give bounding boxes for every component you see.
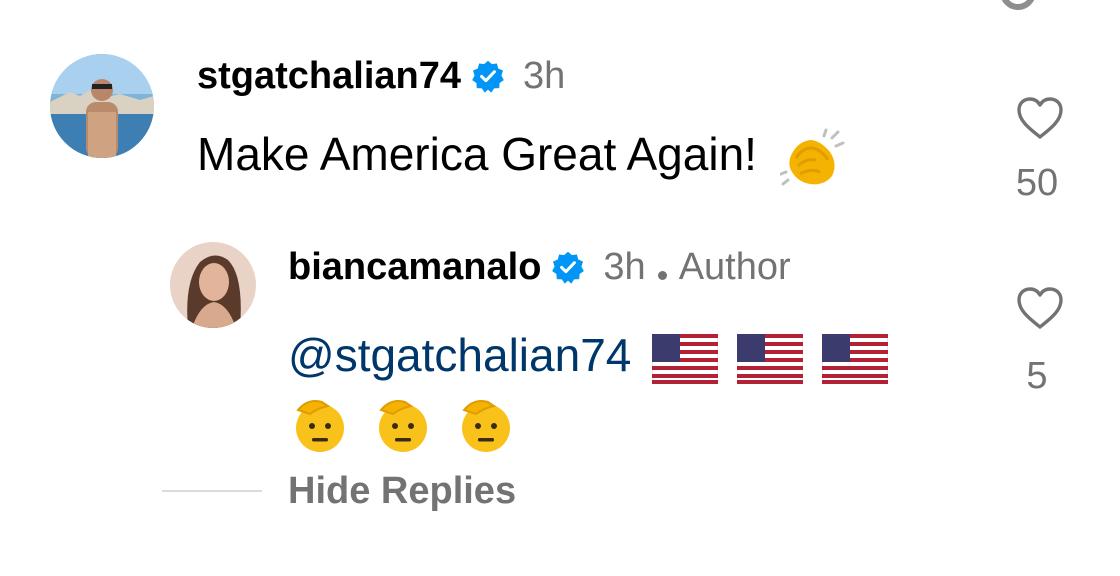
reply-like-count: 5 <box>1026 355 1048 397</box>
clapping-hands-emoji <box>779 128 848 188</box>
reply-body-line-2 <box>288 392 518 456</box>
saluting-face-emoji <box>371 392 435 456</box>
partial-heart-icon <box>1000 0 1036 10</box>
comment-time: 3h <box>523 55 566 97</box>
verified-badge-icon <box>471 59 505 93</box>
reply-body-line-1: @stgatchalian74 <box>288 328 888 384</box>
heart-outline-icon <box>1017 287 1063 329</box>
comment-body: Make America Great Again! <box>197 127 848 188</box>
comment-thread: stgatchalian74 3h Make America Great Aga… <box>0 0 1120 576</box>
separator-dot <box>657 270 667 280</box>
comment-like-count: 50 <box>1015 162 1059 204</box>
avatar-biancamanalo[interactable] <box>170 242 256 328</box>
author-label: Author <box>678 246 791 288</box>
verified-badge-icon <box>551 250 585 284</box>
like-button-comment[interactable] <box>1016 96 1064 140</box>
reply-time: 3h <box>603 246 646 288</box>
us-flag-emoji <box>821 333 888 384</box>
comment-text: Make America Great Again! <box>197 128 757 180</box>
saluting-face-emoji <box>454 392 518 456</box>
saluting-face-emoji <box>288 392 352 456</box>
reply-meta: biancamanalo 3h Author <box>288 248 791 286</box>
reply-mention-link[interactable]: @stgatchalian74 <box>288 329 631 381</box>
comment-username[interactable]: stgatchalian74 <box>197 57 461 95</box>
like-button-reply[interactable] <box>1016 286 1064 330</box>
comment-meta: stgatchalian74 3h <box>197 57 565 95</box>
reply-username[interactable]: biancamanalo <box>288 248 541 286</box>
us-flag-emoji <box>736 333 803 384</box>
hide-replies-button[interactable]: Hide Replies <box>288 470 516 513</box>
avatar-stgatchalian74[interactable] <box>50 54 154 158</box>
replies-divider <box>162 490 262 492</box>
avatar-image <box>170 242 256 328</box>
heart-outline-icon <box>1017 97 1063 139</box>
us-flag-emoji <box>652 333 719 384</box>
avatar-image <box>50 54 154 158</box>
